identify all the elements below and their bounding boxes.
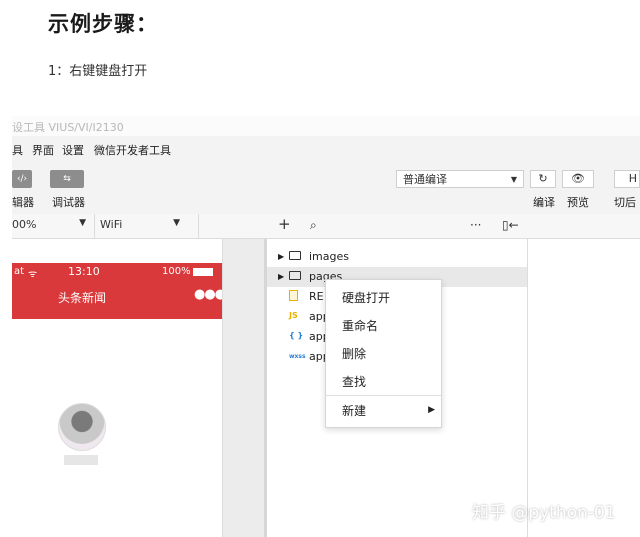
avatar[interactable] bbox=[58, 403, 106, 451]
preview-label: 预览 bbox=[567, 196, 589, 209]
nav-title: 头条新闻 bbox=[58, 291, 107, 305]
menu-item-view[interactable]: 界面 bbox=[32, 142, 54, 158]
editor-label: 辑器 bbox=[12, 196, 34, 209]
expand-arrow-icon[interactable]: ▶ bbox=[278, 272, 284, 281]
collapse-panel-icon[interactable]: ▯← bbox=[502, 218, 519, 232]
more-icon[interactable]: ··· bbox=[470, 218, 481, 232]
menu-item-wechat-devtools[interactable]: 微信开发者工具 bbox=[94, 142, 171, 158]
window-title-bar: 设工具 VIUS/VI/I2130 bbox=[12, 116, 640, 136]
compile-mode-value: 普通编译 bbox=[403, 173, 447, 186]
battery-icon bbox=[193, 268, 213, 276]
menu-item-settings[interactable]: 设置 bbox=[62, 142, 84, 158]
add-icon[interactable]: + bbox=[278, 215, 291, 233]
dropdown-arrow-icon: ▼ bbox=[510, 175, 517, 184]
debugger-label: 调试器 bbox=[52, 196, 85, 209]
switch-backend-label: 切后 bbox=[614, 196, 636, 209]
zoom-value: 00% bbox=[12, 218, 37, 231]
simulator-panel: at ᯤ 13:10 100% 头条新闻 ●●● bbox=[12, 239, 226, 537]
user-name-blurred bbox=[64, 455, 98, 465]
chevron-down-icon: ▼ bbox=[79, 218, 86, 228]
phone-status-bar: at ᯤ 13:10 100% bbox=[12, 263, 222, 281]
phone-nav-bar: 头条新闻 ●●● bbox=[12, 281, 226, 319]
window-title: 设工具 VIUS/VI/I2130 bbox=[12, 121, 124, 134]
tree-item-label: RE bbox=[309, 290, 324, 303]
article-heading: 示例步骤： bbox=[48, 12, 158, 36]
subbar-divider bbox=[198, 214, 199, 238]
switch-backend-icon: H bbox=[628, 172, 637, 185]
compile-mode-select[interactable]: 普通编译 ▼ bbox=[396, 170, 524, 188]
compile-button[interactable]: ↻ bbox=[530, 170, 556, 188]
wifi-icon: ᯤ bbox=[28, 269, 38, 280]
expand-arrow-icon[interactable]: ▶ bbox=[278, 252, 284, 261]
eye-icon: 👁 bbox=[571, 172, 585, 185]
code-icon: ‹/› bbox=[16, 174, 28, 184]
editor-toggle-button[interactable]: ‹/› bbox=[12, 170, 32, 188]
debugger-toggle-button[interactable]: ⇆ bbox=[50, 170, 84, 188]
carrier-text: at bbox=[14, 266, 25, 277]
file-icon bbox=[289, 290, 298, 301]
context-menu-divider bbox=[326, 395, 441, 396]
zoom-select[interactable]: 00% ▼ bbox=[12, 218, 90, 231]
chevron-down-icon: ▼ bbox=[173, 218, 180, 228]
debug-icon: ⇆ bbox=[63, 174, 71, 184]
menu-bar: 具 界面 设置 微信开发者工具 bbox=[12, 136, 640, 162]
context-menu: 硬盘打开 重命名 删除 查找 新建 ▶ bbox=[325, 279, 442, 428]
article-step-1: 1：右键键盘打开 bbox=[48, 64, 148, 79]
tree-item-images[interactable]: ▶ images bbox=[267, 247, 527, 267]
phone-time: 13:10 bbox=[68, 265, 100, 278]
context-menu-rename[interactable]: 重命名 bbox=[342, 317, 378, 334]
context-menu-open-in-disk[interactable]: 硬盘打开 bbox=[342, 289, 390, 306]
wxss-file-icon: wxss bbox=[289, 353, 306, 360]
network-value: WiFi bbox=[100, 218, 123, 231]
context-menu-find[interactable]: 查找 bbox=[342, 373, 366, 390]
preview-button[interactable]: 👁 bbox=[562, 170, 594, 188]
watermark: 知乎 @python-01 bbox=[472, 503, 616, 523]
network-select[interactable]: WiFi ▼ bbox=[100, 218, 184, 231]
context-menu-delete[interactable]: 删除 bbox=[342, 345, 366, 362]
switch-backend-button[interactable]: H bbox=[614, 170, 640, 188]
folder-icon bbox=[289, 271, 301, 280]
simulator-gutter bbox=[222, 239, 267, 537]
menu-item-tools[interactable]: 具 bbox=[12, 142, 23, 158]
battery-text: 100% bbox=[162, 266, 191, 277]
folder-icon bbox=[289, 251, 301, 260]
menu-dots-icon[interactable]: ●●● bbox=[194, 287, 226, 302]
context-menu-new[interactable]: 新建 bbox=[342, 402, 366, 419]
compile-label: 编译 bbox=[533, 196, 555, 209]
simulator-subbar: 00% ▼ WiFi ▼ + ⌕ ··· ▯← bbox=[12, 214, 640, 239]
refresh-icon: ↻ bbox=[538, 172, 548, 185]
submenu-arrow-icon: ▶ bbox=[428, 405, 435, 415]
ide-screenshot: 设工具 VIUS/VI/I2130 具 界面 设置 微信开发者工具 ‹/› ⇆ … bbox=[12, 116, 640, 537]
subbar-divider bbox=[94, 214, 95, 238]
tree-item-label: images bbox=[309, 250, 349, 263]
js-file-icon: JS bbox=[289, 311, 298, 320]
json-file-icon: { } bbox=[289, 331, 304, 340]
toolbar: ‹/› ⇆ 辑器 调试器 普通编译 ▼ ↻ 👁 H 编译 预览 切后 bbox=[12, 162, 640, 215]
editor-area bbox=[528, 239, 640, 537]
search-icon[interactable]: ⌕ bbox=[310, 218, 317, 233]
